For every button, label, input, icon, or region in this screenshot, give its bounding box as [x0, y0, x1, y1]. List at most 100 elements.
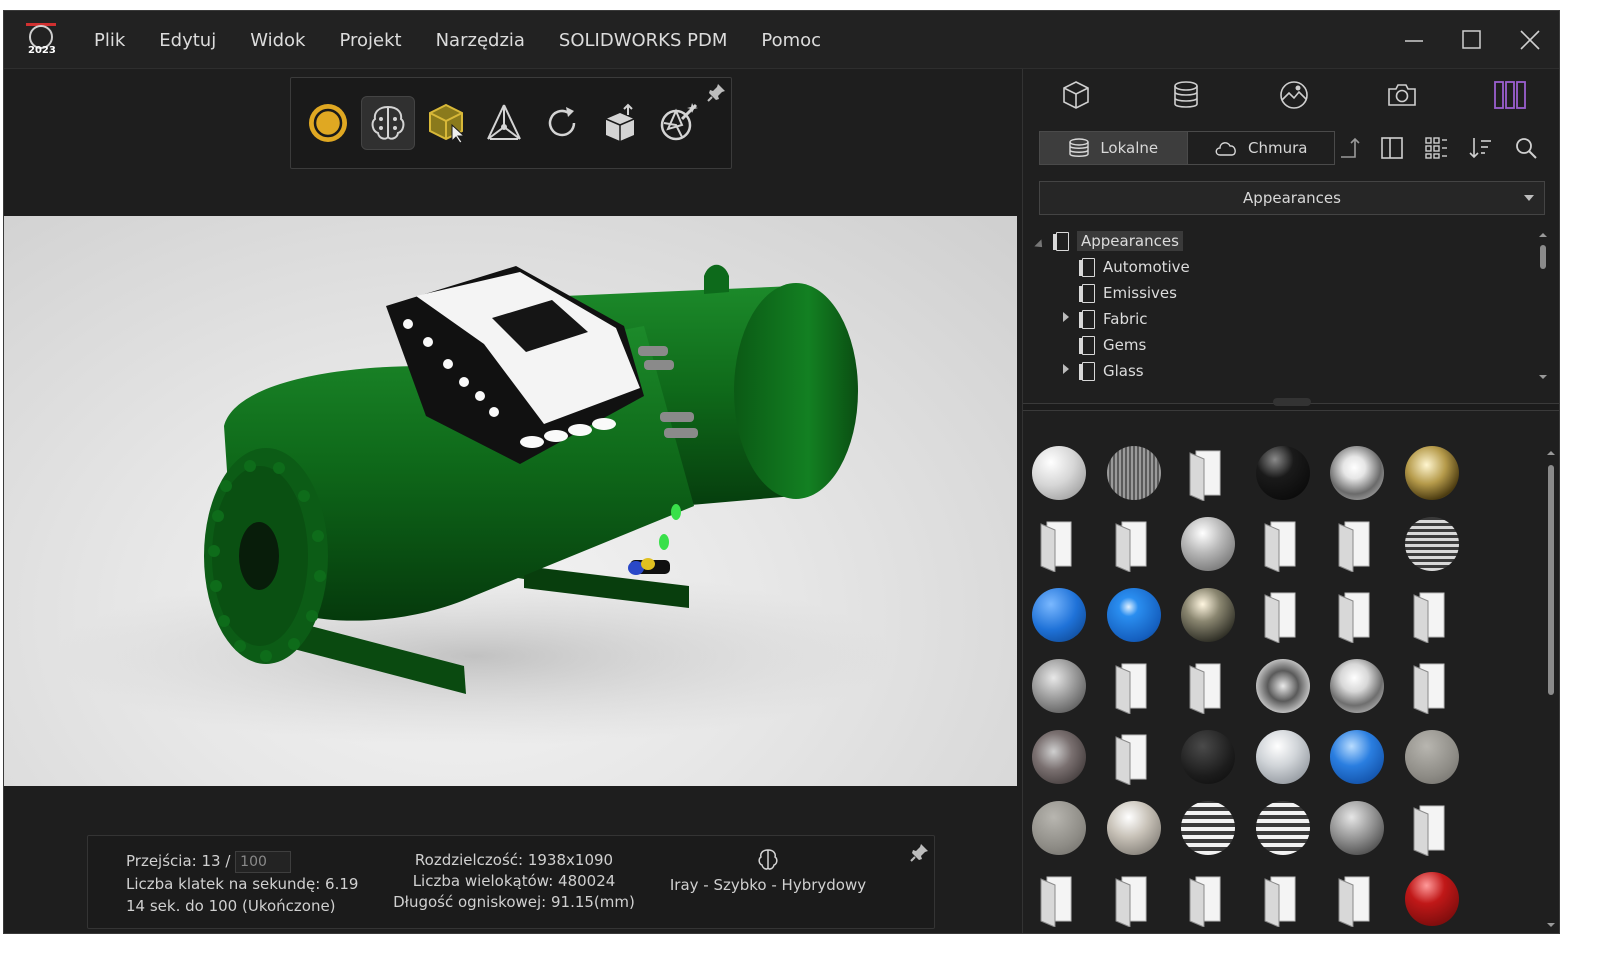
material-swatch-red-gloss[interactable]	[1404, 871, 1460, 927]
menu-help[interactable]: Pomoc	[761, 30, 821, 51]
material-swatch-blue-gloss[interactable]	[1106, 587, 1162, 643]
material-folder[interactable]	[1031, 871, 1087, 928]
material-swatch-blue-plastic[interactable]	[1031, 587, 1087, 643]
render-mode-button[interactable]	[301, 96, 355, 150]
material-swatch-chrome-dark[interactable]	[1255, 658, 1311, 714]
material-folder[interactable]	[1180, 445, 1236, 502]
material-folder[interactable]	[1255, 587, 1311, 644]
material-swatch-brushed-metal[interactable]	[1106, 445, 1162, 501]
tab-model[interactable]	[1051, 75, 1101, 115]
material-swatch-ribbed-chrome[interactable]	[1180, 800, 1236, 856]
menu-edit[interactable]: Edytuj	[159, 30, 216, 51]
select-model-button[interactable]	[419, 96, 473, 150]
passes-target-input[interactable]: 100	[235, 850, 292, 873]
material-swatch-dark-pearl[interactable]	[1180, 587, 1236, 643]
grid-view-button[interactable]	[1423, 135, 1449, 161]
material-swatch-black-gloss[interactable]	[1255, 445, 1311, 501]
menu-tools[interactable]: Narzędzia	[436, 30, 525, 51]
material-swatch-pearl-silver[interactable]	[1106, 800, 1162, 856]
app-logo[interactable]: 2023	[24, 23, 58, 57]
tree-scrollbar[interactable]	[1539, 231, 1547, 381]
material-swatch-dark-rubber[interactable]	[1180, 729, 1236, 785]
sort-button[interactable]	[1467, 135, 1493, 161]
material-swatch-matte-white[interactable]	[1031, 445, 1087, 501]
expand-arrow-icon[interactable]	[1063, 364, 1069, 374]
black-gloss-sphere-icon	[1255, 446, 1310, 500]
material-swatch-frosted-glass[interactable]	[1255, 729, 1311, 785]
camera-magic-button[interactable]	[651, 96, 705, 150]
menu-file[interactable]: Plik	[94, 30, 125, 51]
source-cloud-button[interactable]: Chmura	[1186, 132, 1335, 164]
pin-toolbar-button[interactable]	[707, 82, 727, 102]
material-swatch-ribbed-chrome[interactable]	[1255, 800, 1311, 856]
move-gizmo-button[interactable]	[477, 96, 531, 150]
expand-arrow-icon[interactable]	[1034, 239, 1046, 251]
panel-splitter[interactable]	[1023, 398, 1559, 411]
material-swatch-blue-glass[interactable]	[1329, 729, 1385, 785]
close-button[interactable]	[1501, 11, 1559, 69]
menu-pdm[interactable]: SOLIDWORKS PDM	[559, 30, 727, 51]
material-folder[interactable]	[1180, 871, 1236, 928]
tab-appearances[interactable]	[1161, 75, 1211, 115]
material-swatch-chrome-bright[interactable]	[1329, 445, 1385, 501]
material-folder[interactable]	[1106, 871, 1162, 928]
swatch-scrollbar[interactable]	[1547, 449, 1555, 929]
box-export-button[interactable]	[593, 96, 647, 150]
minimize-button[interactable]	[1385, 11, 1443, 69]
tab-environment[interactable]	[1269, 75, 1319, 115]
material-folder[interactable]	[1255, 871, 1311, 928]
material-folder[interactable]	[1404, 587, 1460, 644]
material-folder[interactable]	[1106, 516, 1162, 573]
material-folder[interactable]	[1329, 587, 1385, 644]
material-folder[interactable]	[1106, 729, 1162, 786]
tree-item-automotive[interactable]: Automotive	[1079, 255, 1190, 279]
material-folder[interactable]	[1180, 658, 1236, 715]
tree-item-fabric[interactable]: Fabric	[1079, 307, 1148, 331]
tree-item-appearances[interactable]: Appearances	[1053, 229, 1183, 253]
material-swatch-brushed-steel[interactable]	[1031, 658, 1087, 714]
tree-item-gems[interactable]: Gems	[1079, 333, 1146, 357]
material-swatch-smoked-glass[interactable]	[1031, 729, 1087, 785]
material-folder[interactable]	[1031, 516, 1087, 573]
chrome-bright-sphere-icon	[1330, 446, 1384, 500]
menu-view[interactable]: Widok	[250, 30, 305, 51]
search-button[interactable]	[1513, 135, 1539, 161]
tree-item-label: Appearances	[1077, 231, 1183, 251]
splitter-grip[interactable]	[1273, 398, 1311, 406]
material-swatch-striped-metal[interactable]	[1404, 516, 1460, 572]
maximize-button[interactable]	[1443, 11, 1501, 69]
menu-project[interactable]: Projekt	[339, 30, 401, 51]
material-swatch-granite[interactable]	[1329, 800, 1385, 856]
render-status-panel: Przejścia: 13 / 100 Liczba klatek na sek…	[87, 835, 935, 929]
folder-book-icon	[1115, 876, 1146, 928]
render-viewport[interactable]	[4, 216, 1017, 786]
refresh-button[interactable]	[535, 96, 589, 150]
material-swatch-satin-silver[interactable]	[1180, 516, 1236, 572]
material-folder[interactable]	[1106, 658, 1162, 715]
material-swatch-gold-chrome[interactable]	[1404, 445, 1460, 501]
toggle-preview-button[interactable]	[1379, 135, 1405, 161]
granite-sphere-icon	[1330, 801, 1384, 855]
folder-book-icon	[1189, 663, 1221, 715]
denoiser-button[interactable]	[361, 96, 415, 150]
pin-status-button[interactable]	[910, 842, 930, 862]
material-folder[interactable]	[1404, 800, 1460, 857]
material-folder[interactable]	[1329, 516, 1385, 573]
folder-up-button[interactable]	[1337, 135, 1363, 161]
material-folder[interactable]	[1404, 658, 1460, 715]
title-bar: 2023 Plik Edytuj Widok Projekt Narzędzia…	[4, 11, 1559, 69]
material-folder[interactable]	[1255, 516, 1311, 573]
matte-white-sphere-icon	[1032, 446, 1086, 500]
material-folder[interactable]	[1329, 871, 1385, 928]
tab-library[interactable]	[1485, 75, 1535, 115]
material-swatch-grey-matte[interactable]	[1031, 800, 1087, 856]
camera-icon	[1388, 84, 1416, 106]
material-swatch-chrome-light[interactable]	[1329, 658, 1385, 714]
tree-item-glass[interactable]: Glass	[1079, 359, 1144, 383]
tab-camera[interactable]	[1377, 75, 1427, 115]
material-swatch-grey-matte[interactable]	[1404, 729, 1460, 785]
source-local-button[interactable]: Lokalne	[1040, 132, 1187, 164]
library-dropdown[interactable]: Appearances	[1039, 181, 1545, 215]
expand-arrow-icon[interactable]	[1063, 312, 1069, 322]
tree-item-emissives[interactable]: Emissives	[1079, 281, 1177, 305]
